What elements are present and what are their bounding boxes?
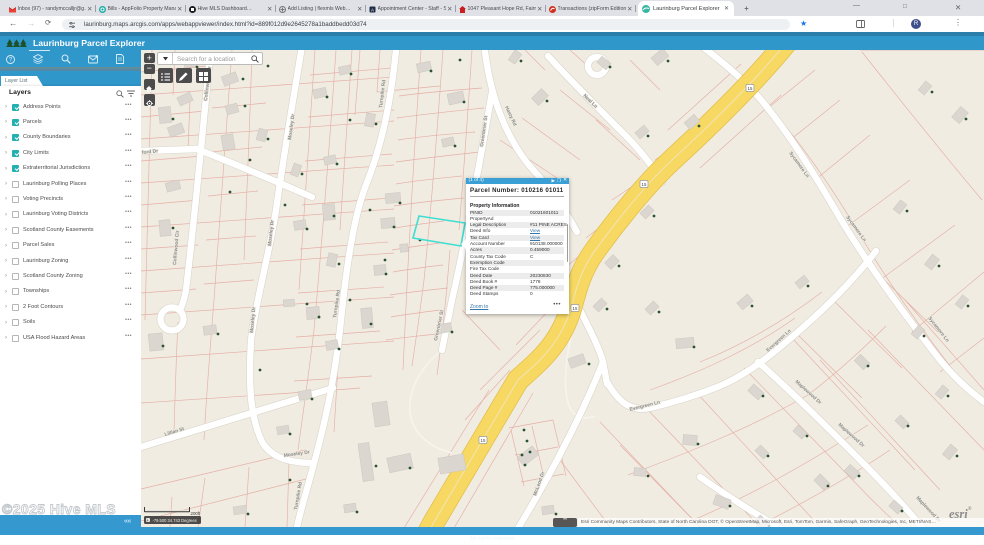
svg-text:15: 15 (481, 438, 486, 443)
svg-text:15: 15 (573, 306, 578, 311)
svg-text:15: 15 (642, 182, 647, 187)
svg-text:15: 15 (748, 86, 753, 91)
svg-text:A: A (371, 7, 374, 12)
